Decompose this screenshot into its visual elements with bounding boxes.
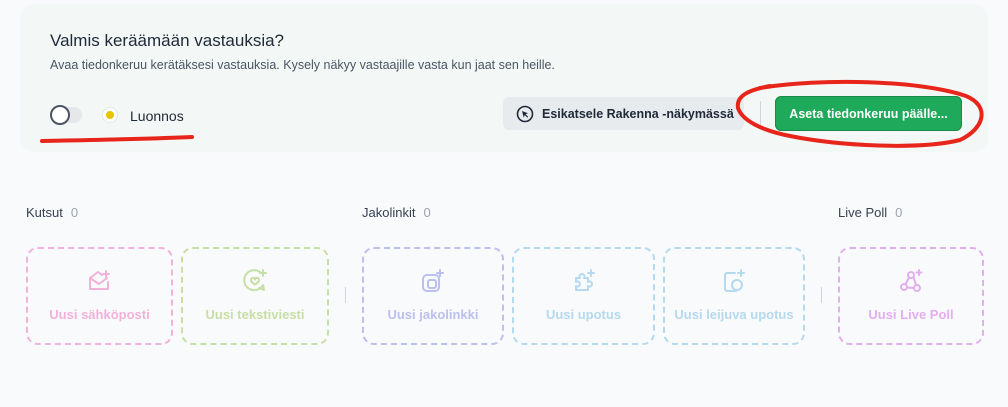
- button-divider: [760, 101, 761, 127]
- banner-subtitle: Avaa tiedonkeruu kerätäksesi vastauksia.…: [50, 58, 555, 72]
- preview-button-label: Esikatsele Rakenna -näkymässä: [542, 106, 734, 121]
- toggle-knob: [50, 105, 70, 125]
- new-email-card[interactable]: Uusi sähköposti: [26, 247, 173, 345]
- card-label: Uusi jakolinkki: [387, 307, 479, 322]
- collection-banner: Valmis keräämään vastauksia? Avaa tiedon…: [20, 4, 988, 152]
- new-live-poll-card[interactable]: Uusi Live Poll: [838, 247, 984, 345]
- group-live-poll-label: Live Poll: [838, 205, 888, 220]
- banner-title: Valmis keräämään vastauksia?: [50, 31, 285, 50]
- new-share-link-card[interactable]: Uusi jakolinkki: [362, 247, 504, 345]
- card-label: Uusi upotus: [545, 307, 622, 322]
- message-heart-icon: [243, 269, 267, 292]
- link-plus-icon: [422, 269, 444, 292]
- group-title-links: Jakolinkit 0: [362, 205, 431, 220]
- card-label: Uusi sähköposti: [49, 307, 150, 322]
- live-poll-icon: [900, 269, 923, 292]
- card-label: Uusi Live Poll: [868, 307, 954, 322]
- enable-collection-button[interactable]: Aseta tiedonkeruu päälle...: [775, 96, 962, 131]
- group-live-poll-count: 0: [895, 205, 903, 220]
- card-label: Uusi tekstiviesti: [205, 307, 305, 322]
- group-separator: [821, 287, 822, 303]
- group-title-live-poll: Live Poll 0: [838, 205, 902, 220]
- preview-build-button[interactable]: Esikatsele Rakenna -näkymässä: [503, 97, 744, 130]
- new-embed-card[interactable]: Uusi upotus: [512, 247, 655, 345]
- new-floating-embed-card[interactable]: Uusi leijuva upotus: [663, 247, 805, 345]
- cursor-arrow-icon: [516, 105, 534, 122]
- group-separator: [345, 287, 346, 303]
- group-title-invites: Kutsut 0: [26, 205, 78, 220]
- group-links-label: Jakolinkit: [362, 205, 416, 220]
- status-dot-icon: [102, 107, 118, 123]
- group-invites-label: Kutsut: [26, 205, 63, 220]
- new-sms-card[interactable]: Uusi tekstiviesti: [181, 247, 329, 345]
- puzzle-plus-icon: [574, 269, 595, 291]
- group-links-count: 0: [423, 205, 431, 220]
- email-plus-icon: [88, 270, 110, 290]
- floating-embed-icon: [724, 269, 745, 292]
- collection-toggle[interactable]: [50, 105, 82, 125]
- card-label: Uusi leijuva upotus: [674, 307, 794, 322]
- status-label: Luonnos: [130, 108, 184, 124]
- enable-button-label: Aseta tiedonkeruu päälle...: [789, 106, 948, 121]
- group-invites-count: 0: [70, 205, 79, 220]
